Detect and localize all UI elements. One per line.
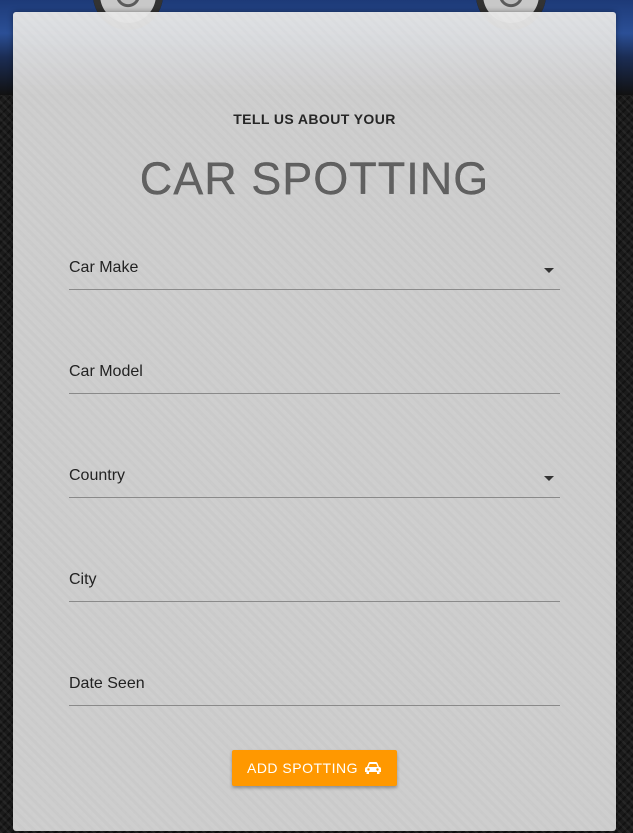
dropdown-arrow-icon[interactable] <box>544 476 554 481</box>
form-subtitle: TELL US ABOUT YOUR <box>233 111 396 127</box>
dropdown-arrow-icon[interactable] <box>544 268 554 273</box>
spotting-form-card: TELL US ABOUT YOUR CAR SPOTTING Car Make… <box>13 12 616 831</box>
car-make-label: Car Make <box>69 259 139 276</box>
country-select[interactable]: Country <box>69 467 560 498</box>
form-title: CAR SPOTTING <box>139 153 490 204</box>
city-label: City <box>69 571 97 588</box>
city-input[interactable]: City <box>69 571 560 602</box>
add-spotting-button[interactable]: ADD SPOTTING <box>232 750 397 786</box>
country-label: Country <box>69 467 126 484</box>
car-model-input[interactable]: Car Model <box>69 363 560 394</box>
car-icon <box>364 761 382 775</box>
date-seen-label: Date Seen <box>69 675 145 692</box>
car-model-label: Car Model <box>69 363 143 380</box>
date-seen-input[interactable]: Date Seen <box>69 675 560 706</box>
add-spotting-label: ADD SPOTTING <box>246 760 358 776</box>
car-make-select[interactable]: Car Make <box>69 259 560 290</box>
